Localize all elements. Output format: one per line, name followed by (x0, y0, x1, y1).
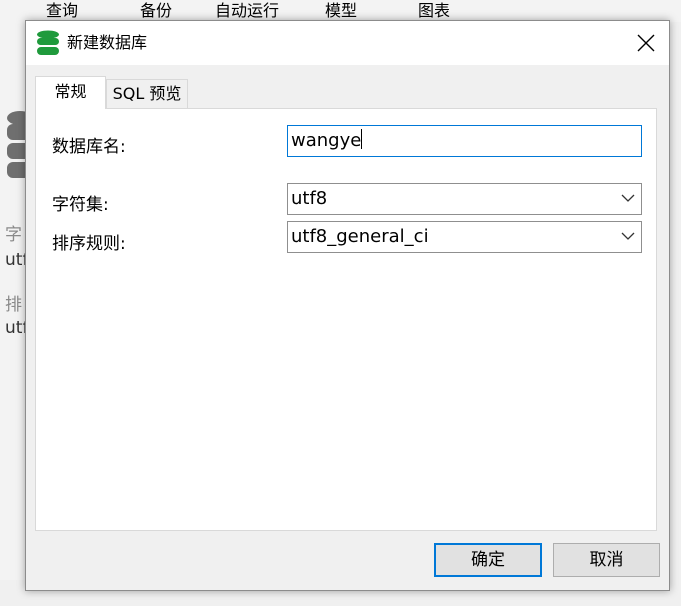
collation-label: 排序规则: (52, 234, 126, 254)
toolbar-automation[interactable]: 自动运行 (215, 0, 279, 22)
tab-general[interactable]: 常规 (35, 76, 106, 109)
background-toolbar: 查询 备份 自动运行 模型 图表 (0, 0, 681, 22)
charset-select[interactable]: utf8 (287, 183, 642, 215)
collation-label-fragment: 排 (5, 295, 22, 315)
db-name-label: 数据库名: (52, 137, 126, 157)
db-name-value: wangye (291, 130, 362, 151)
collation-select[interactable]: utf8_general_ci (287, 221, 642, 253)
charset-value: utf8 (291, 188, 328, 209)
charset-label: 字符集: (52, 195, 109, 215)
toolbar-backup[interactable]: 备份 (140, 0, 172, 22)
charset-label-fragment: 字 (5, 225, 22, 245)
text-caret (361, 129, 363, 149)
charset-value-fragment: utf (5, 250, 26, 270)
new-database-dialog: 新建数据库 常规 SQL 预览 数据库名: wangye 字符集: utf8 排… (25, 20, 670, 591)
collation-value-fragment: utf (5, 318, 26, 338)
cancel-button[interactable]: 取消 (553, 543, 660, 577)
chevron-down-icon (621, 194, 635, 202)
tab-sql-preview[interactable]: SQL 预览 (106, 79, 188, 108)
database-icon (37, 30, 59, 55)
toolbar-model[interactable]: 模型 (325, 0, 357, 22)
db-name-input[interactable]: wangye (287, 125, 642, 157)
background-info-panel: 字 utf 排 utf (0, 20, 26, 580)
general-panel: 数据库名: wangye 字符集: utf8 排序规则: utf8_genera… (35, 108, 657, 531)
toolbar-chart[interactable]: 图表 (418, 0, 450, 22)
ok-button[interactable]: 确定 (434, 543, 542, 577)
close-icon (637, 34, 655, 52)
dialog-titlebar[interactable]: 新建数据库 (26, 21, 669, 65)
database-icon (7, 111, 26, 178)
dialog-title: 新建数据库 (67, 33, 148, 52)
toolbar-query[interactable]: 查询 (46, 0, 78, 22)
collation-value: utf8_general_ci (291, 226, 429, 247)
close-button[interactable] (623, 21, 669, 65)
chevron-down-icon (621, 232, 635, 240)
